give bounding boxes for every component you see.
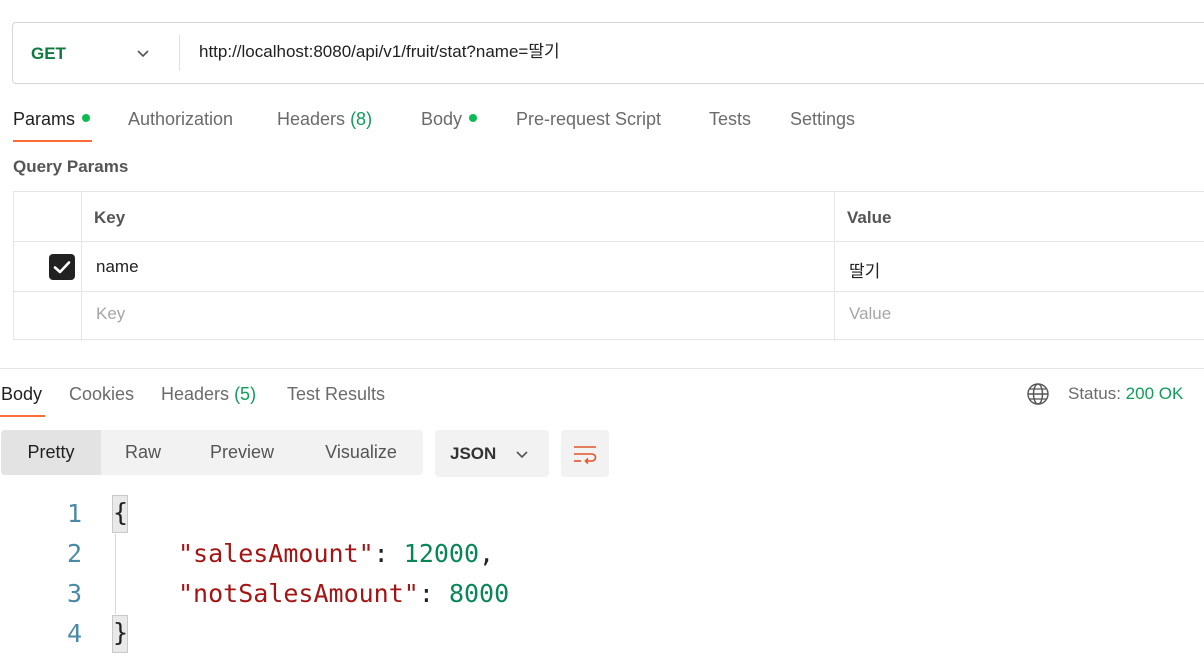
active-tab-underline — [13, 140, 92, 142]
line-number: 2 — [66, 539, 82, 568]
response-tab-cookies[interactable]: Cookies — [69, 383, 134, 405]
url-divider — [179, 35, 180, 71]
line-number: 4 — [66, 619, 82, 648]
tab-params[interactable]: Params — [13, 108, 91, 130]
new-param-key-input[interactable]: Key — [96, 304, 125, 324]
param-value-cell[interactable]: 딸기 — [849, 257, 880, 282]
line-number: 1 — [66, 499, 82, 528]
response-tab-test-results[interactable]: Test Results — [287, 383, 385, 405]
status-code: 200 OK — [1125, 384, 1184, 403]
tab-label: Headers — [161, 384, 230, 404]
param-key-cell[interactable]: name — [96, 257, 139, 277]
json-value: 8000 — [448, 579, 510, 608]
method-select[interactable]: GET — [31, 23, 66, 83]
query-params-table: Key Value name 딸기 Key Value — [13, 191, 1204, 341]
tab-indicator-dot — [82, 114, 91, 123]
response-status: Status: 200 OK — [1068, 383, 1183, 405]
status-label: Status: — [1068, 384, 1121, 403]
response-divider — [0, 368, 1204, 369]
open-brace: { — [112, 495, 128, 533]
column-header-key: Key — [94, 208, 126, 227]
table-column-divider — [81, 192, 82, 341]
close-brace: } — [112, 615, 128, 653]
tab-tests[interactable]: Tests — [709, 108, 751, 130]
tab-label: Params — [13, 109, 76, 129]
tab-settings[interactable]: Settings — [790, 108, 855, 130]
table-row-divider — [14, 241, 1204, 242]
tab-pre-request-script[interactable]: Pre-request Script — [516, 108, 661, 130]
line-number: 3 — [66, 579, 82, 608]
json-separator: : — [418, 579, 449, 608]
json-key: "notSalesAmount" — [178, 579, 419, 608]
response-tab-body[interactable]: Body — [1, 383, 42, 405]
tab-label: Authorization — [128, 109, 234, 129]
json-comma: , — [479, 539, 495, 568]
check-icon — [53, 261, 71, 274]
json-key: "salesAmount" — [178, 539, 374, 568]
active-tab-underline — [0, 415, 45, 417]
code-line: "salesAmount": 12000, — [178, 534, 494, 574]
param-enabled-checkbox[interactable] — [49, 254, 75, 280]
column-header-value: Value — [847, 208, 892, 227]
wrap-lines-button[interactable] — [561, 430, 609, 477]
indent-guide — [115, 534, 116, 614]
table-row-divider — [14, 291, 1204, 292]
new-param-value-input[interactable]: Value — [849, 304, 891, 324]
headers-count: (5) — [234, 384, 257, 404]
format-label: JSON — [450, 444, 497, 463]
view-raw-button[interactable]: Raw — [101, 430, 185, 475]
tab-label: Tests — [709, 109, 752, 129]
response-tab-headers[interactable]: Headers (5) — [161, 383, 256, 405]
request-url-bar: GET http://localhost:8080/api/v1/fruit/s… — [12, 22, 1204, 84]
tab-label: Settings — [790, 109, 856, 129]
view-preview-button[interactable]: Preview — [185, 430, 299, 475]
tab-indicator-dot — [469, 114, 478, 123]
tab-label: Headers — [277, 109, 346, 129]
url-input[interactable]: http://localhost:8080/api/v1/fruit/stat?… — [199, 23, 560, 83]
json-value: 12000 — [403, 539, 480, 568]
tab-label: Body — [421, 109, 463, 129]
view-mode-group: Pretty Raw Preview Visualize — [1, 430, 423, 475]
json-separator: : — [373, 539, 404, 568]
tab-body[interactable]: Body — [421, 108, 478, 130]
code-line: "notSalesAmount": 8000 — [178, 574, 509, 614]
tab-headers[interactable]: Headers (8) — [277, 108, 372, 130]
view-pretty-button[interactable]: Pretty — [1, 430, 101, 475]
headers-count: (8) — [350, 109, 373, 129]
chevron-down-icon — [516, 451, 528, 459]
format-select[interactable]: JSON — [435, 430, 549, 477]
table-column-divider — [834, 192, 835, 341]
view-visualize-button[interactable]: Visualize — [299, 430, 423, 475]
globe-icon[interactable] — [1026, 382, 1050, 406]
tab-authorization[interactable]: Authorization — [128, 108, 233, 130]
section-title: Query Params — [13, 157, 129, 176]
tab-label: Pre-request Script — [516, 109, 662, 129]
chevron-down-icon[interactable] — [135, 45, 151, 61]
wrap-lines-icon — [574, 446, 597, 465]
